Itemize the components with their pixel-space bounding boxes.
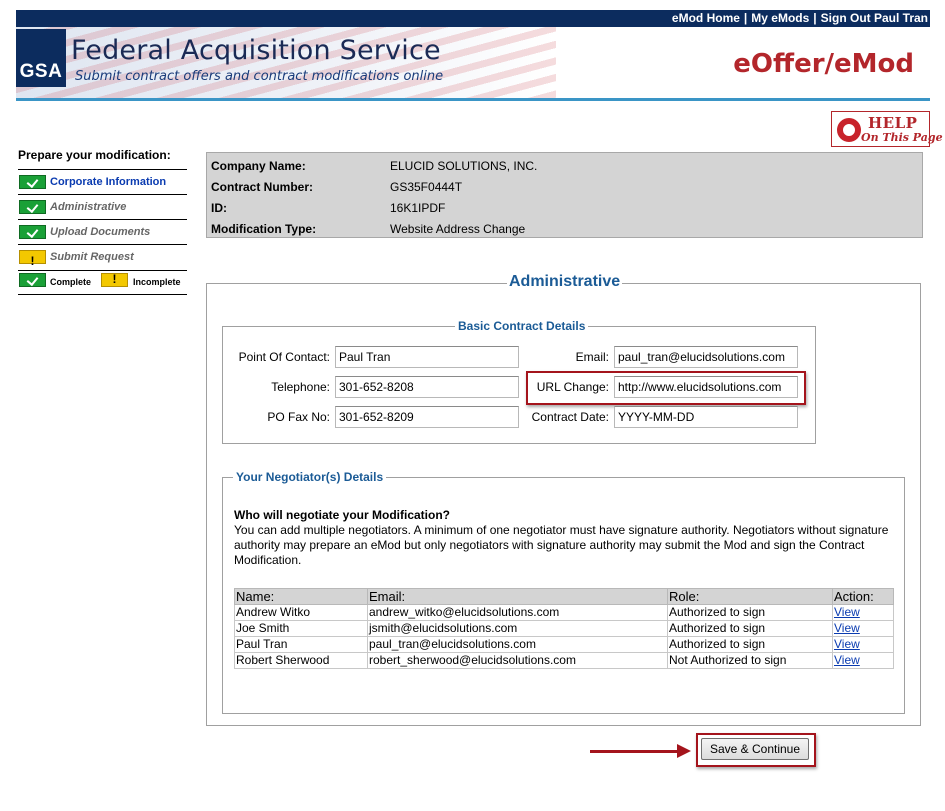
negotiator-email: jsmith@elucidsolutions.com [367,620,668,637]
sidebar-item-corporate-information[interactable]: Corporate Information [18,169,187,194]
telephone-field[interactable] [335,376,519,398]
column-header-name: Name: [234,588,368,605]
banner-title: Federal Acquisition Service [71,35,441,66]
contract-number-label: Contract Number: [211,180,314,194]
company-name-label: Company Name: [211,159,306,173]
status-legend: Complete Incomplete [18,270,187,295]
negotiator-name: Robert Sherwood [234,652,368,669]
view-link[interactable]: View [834,621,860,635]
check-icon [19,200,46,214]
my-emods-link[interactable]: My eMods [751,11,809,25]
company-name-row: Company Name: ELUCID SOLUTIONS, INC. [211,156,537,176]
sidebar-item-label: Submit Request [50,251,134,263]
email-label: Email: [575,350,609,364]
section-title: Basic Contract Details [455,319,589,333]
check-icon [19,175,46,189]
po-fax-field[interactable] [335,406,519,428]
sidebar-item-upload-documents[interactable]: Upload Documents [18,219,187,244]
negotiator-name: Joe Smith [234,620,368,637]
annotation-arrow-line [590,750,680,753]
table-header-row: Name: Email: Role: Action: [234,588,894,605]
sidebar-item-label: Corporate Information [50,176,167,188]
view-link[interactable]: View [834,653,860,667]
id-row: ID: 16K1IPDF [211,198,445,218]
url-change-label: URL Change: [536,380,609,394]
nav-separator: | [813,11,817,25]
url-change-field[interactable] [614,376,798,398]
modification-type-label: Modification Type: [211,222,317,236]
negotiator-role: Authorized to sign [667,604,833,621]
id-value: 16K1IPDF [390,201,446,215]
view-cell: View [832,604,894,621]
table-row: Andrew Witko andrew_witko@elucidsolution… [234,604,894,621]
progress-sidebar: Prepare your modification: Corporate Inf… [18,148,187,295]
negotiator-name: Paul Tran [234,636,368,653]
view-cell: View [832,620,894,637]
check-icon [19,273,46,287]
negotiator-email: paul_tran@elucidsolutions.com [367,636,668,653]
gsa-logo: GSA [16,29,66,87]
modification-type-value: Website Address Change [390,222,526,236]
view-cell: View [832,652,894,669]
column-header-email: Email: [367,588,668,605]
legend-complete-label: Complete [50,277,92,287]
sign-out-link[interactable]: Sign Out Paul Tran [821,11,928,25]
po-fax-label: PO Fax No: [267,410,330,424]
nav-separator: | [743,11,748,25]
eoffer-emod-brand: eOffer/eMod [733,49,914,79]
column-header-action: Action: [832,588,894,605]
telephone-label: Telephone: [271,380,330,394]
sidebar-title: Prepare your modification: [18,148,171,162]
view-link[interactable]: View [834,637,860,651]
point-of-contact-field[interactable] [335,346,519,368]
panel-title: Administrative [507,273,623,291]
contract-date-field[interactable] [614,406,798,428]
emod-home-link[interactable]: eMod Home [672,11,740,25]
arrow-right-icon [677,744,691,758]
top-nav: eMod Home | My eMods | Sign Out Paul Tran [16,10,930,27]
lifebuoy-icon [837,118,861,142]
negotiators-question: Who will negotiate your Modification? [234,508,450,522]
banner-subtitle: Submit contract offers and contract modi… [75,69,444,84]
email-field[interactable] [614,346,798,368]
negotiators-description: You can add multiple negotiators. A mini… [234,523,889,567]
company-name-value: ELUCID SOLUTIONS, INC. [390,159,538,173]
id-label: ID: [211,201,227,215]
table-row: Robert Sherwood robert_sherwood@elucidso… [234,652,894,669]
negotiators-table: Name: Email: Role: Action: Andrew Witko … [234,588,894,669]
table-row: Paul Tran paul_tran@elucidsolutions.com … [234,636,894,653]
contract-date-label: Contract Date: [531,410,609,424]
view-link[interactable]: View [834,605,860,619]
contract-number-row: Contract Number: GS35F0444T [211,177,462,197]
negotiator-email: robert_sherwood@elucidsolutions.com [367,652,668,669]
sidebar-item-label: Upload Documents [50,226,151,238]
help-on-this-page-button[interactable]: HELP On This Page [831,111,943,147]
site-banner: GSA Federal Acquisition Service Submit c… [16,27,930,99]
banner-divider [16,98,930,101]
column-header-role: Role: [667,588,833,605]
negotiator-role: Not Authorized to sign [667,652,833,669]
point-of-contact-label: Point Of Contact: [238,350,330,364]
negotiator-name: Andrew Witko [234,604,368,621]
legend-incomplete-label: Incomplete [133,277,181,287]
table-row: Joe Smith jsmith@elucidsolutions.com Aut… [234,620,894,637]
negotiator-role: Authorized to sign [667,620,833,637]
help-subtitle: On This Page [861,131,943,144]
sidebar-item-label: Administrative [50,201,127,213]
negotiator-role: Authorized to sign [667,636,833,653]
modification-type-row: Modification Type: Website Address Change [211,219,525,239]
sidebar-item-administrative[interactable]: Administrative [18,194,187,219]
contract-number-value: GS35F0444T [390,180,463,194]
check-icon [19,225,46,239]
sidebar-item-submit-request[interactable]: Submit Request [18,244,187,273]
section-title: Your Negotiator(s) Details [233,470,387,484]
warning-icon [101,272,128,287]
help-title: HELP [868,114,918,132]
warning-icon [19,249,46,273]
save-continue-button[interactable]: Save & Continue [701,738,809,760]
negotiator-email: andrew_witko@elucidsolutions.com [367,604,668,621]
contract-summary: Company Name: ELUCID SOLUTIONS, INC. Cont… [206,152,923,238]
view-cell: View [832,636,894,653]
